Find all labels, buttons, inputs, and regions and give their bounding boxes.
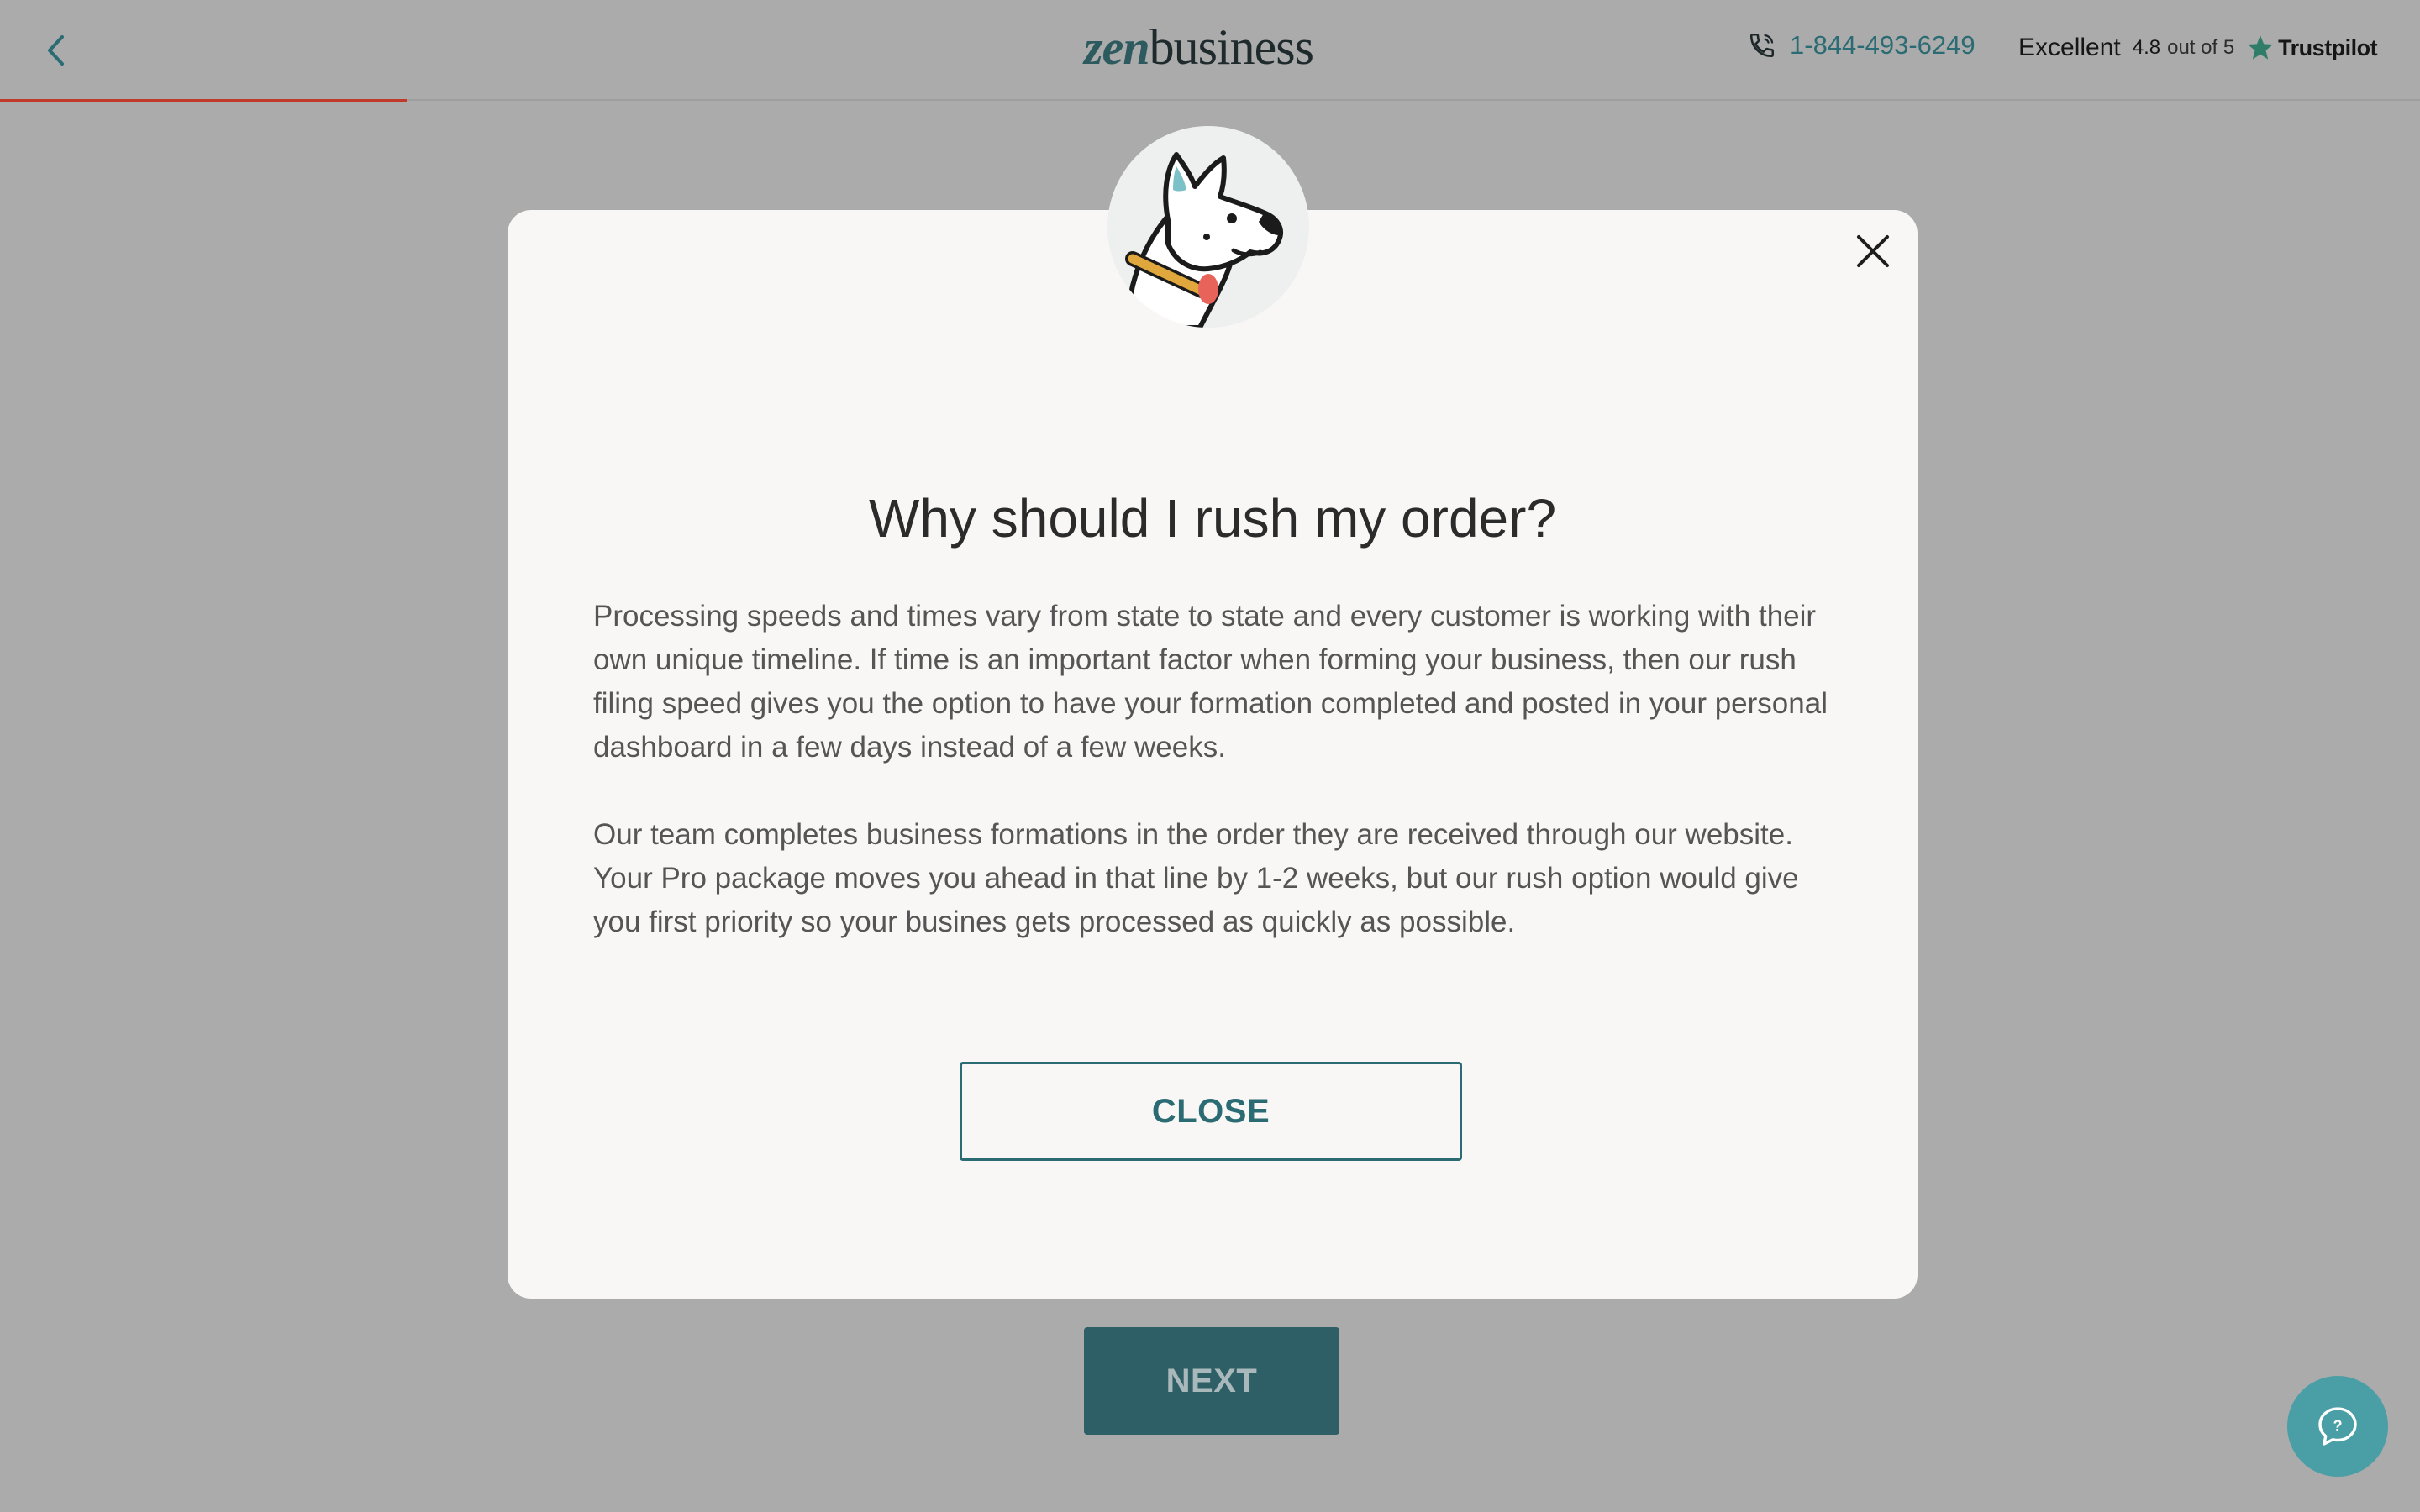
close-button[interactable]: CLOSE — [960, 1062, 1462, 1161]
modal-paragraph: Our team completes business formations i… — [593, 818, 1799, 938]
modal-paragraph: Processing speeds and times vary from st… — [593, 600, 1828, 764]
phone-link[interactable]: 1-844-493-6249 — [1748, 30, 1975, 60]
progress-bar — [0, 99, 2420, 102]
help-chat-icon: ? — [2318, 1407, 2357, 1446]
phone-icon — [1749, 33, 1775, 58]
trustpilot-brand: Trustpilot — [2278, 34, 2378, 60]
trustpilot-rating[interactable]: Excellent 4.8 out of 5 Trustpilot — [2018, 34, 2378, 62]
dog-mascot-icon — [1107, 126, 1309, 328]
next-button[interactable]: NEXT — [1084, 1327, 1339, 1435]
modal-close-icon-button[interactable] — [1854, 232, 1892, 270]
svg-text:?: ? — [2333, 1418, 2342, 1435]
zenbusiness-logo[interactable]: zen business — [1084, 18, 1314, 79]
close-icon — [1857, 235, 1889, 267]
phone-number[interactable]: 1-844-493-6249 — [1790, 30, 1975, 60]
logo-business-text: business — [1149, 19, 1314, 75]
top-header: zen business 1-844-493-6249 Excellent 4.… — [0, 0, 2420, 102]
star-icon — [2246, 34, 2275, 62]
modal-title: Why should I rush my order? — [868, 488, 1557, 549]
logo-zen-text: zen — [1084, 20, 1150, 75]
progress-fill — [0, 99, 407, 102]
modal-body: Processing speeds and times vary from st… — [593, 595, 1837, 988]
rating-out-of: out of 5 — [2167, 36, 2235, 59]
chevron-left-icon — [48, 35, 64, 66]
help-chat-button[interactable]: ? — [2287, 1376, 2388, 1477]
rating-label: Excellent — [2018, 34, 2121, 61]
rating-score: 4.8 — [2132, 36, 2161, 59]
back-button[interactable] — [37, 25, 74, 76]
